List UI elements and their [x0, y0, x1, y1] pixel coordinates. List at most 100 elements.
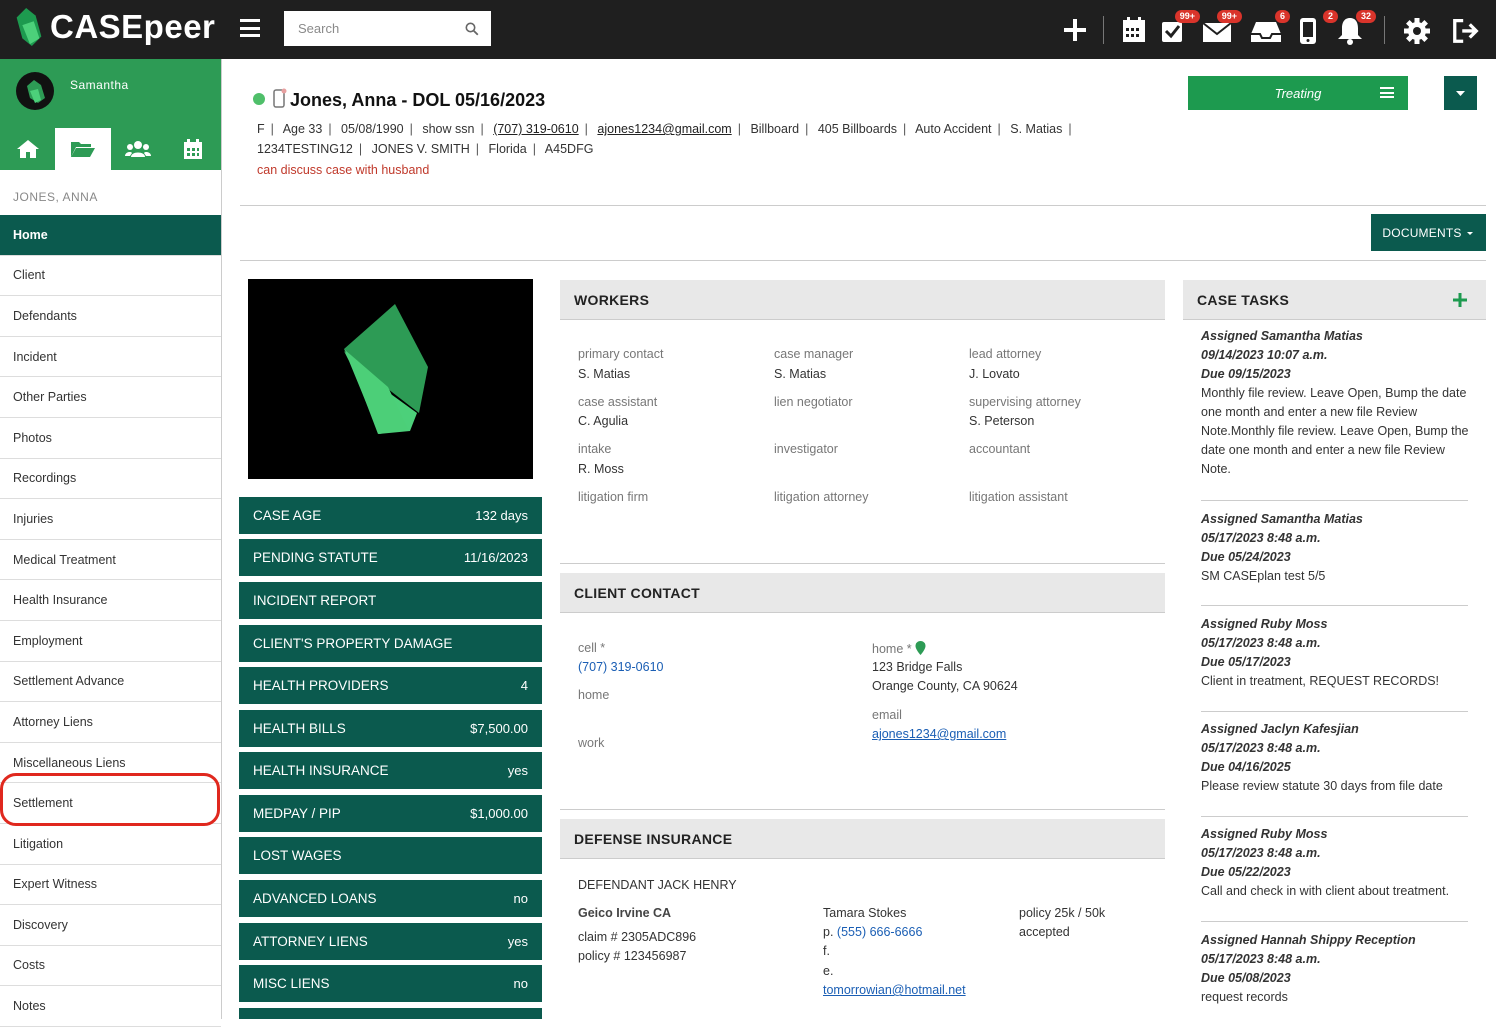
- worker-name[interactable]: S. Matias: [578, 367, 630, 381]
- workers-card-header: WORKERS: [560, 280, 1165, 320]
- sidebar-item-costs[interactable]: Costs: [0, 946, 221, 987]
- inbox-icon[interactable]: 6: [1250, 10, 1290, 46]
- worker-name[interactable]: C. Agulia: [578, 414, 628, 428]
- sidebar-item-photos[interactable]: Photos: [0, 418, 221, 459]
- task-divider: [1201, 921, 1468, 922]
- map-pin-icon[interactable]: [915, 641, 926, 655]
- task-item[interactable]: Assigned Ruby Moss 05/17/2023 8:48 a.m. …: [1201, 615, 1471, 691]
- stat-incident-report[interactable]: INCIDENT REPORT: [239, 582, 542, 619]
- worker-name[interactable]: R. Moss: [578, 462, 624, 476]
- main-menu-icon[interactable]: [240, 16, 260, 40]
- adjuster-email-link[interactable]: tomorrowian@hotmail.net: [823, 983, 966, 997]
- sidebar-item-home[interactable]: Home: [0, 215, 221, 256]
- stat-health-providers[interactable]: HEALTH PROVIDERS 4: [239, 667, 542, 704]
- task-item[interactable]: Assigned Jaclyn Kafesjian 05/17/2023 8:4…: [1201, 720, 1471, 796]
- task-due: Due 04/16/2025: [1201, 760, 1291, 774]
- info-code: A45DFG: [544, 141, 594, 156]
- info-sex: F: [257, 122, 265, 136]
- casepeer-logo[interactable]: CASEpeer: [16, 8, 215, 46]
- sidebar-item-discovery[interactable]: Discovery: [0, 905, 221, 946]
- users-icon: [125, 141, 152, 157]
- info-email-link[interactable]: ajones1234@gmail.com: [597, 122, 731, 136]
- caret-down-icon: [1456, 91, 1465, 96]
- documents-button[interactable]: DOCUMENTS: [1371, 214, 1486, 251]
- sidebar-item-expert-witness[interactable]: Expert Witness: [0, 865, 221, 906]
- tab-home[interactable]: [0, 128, 55, 170]
- stat-advanced-loans[interactable]: ADVANCED LOANS no: [239, 880, 542, 917]
- sidebar-item-medical-treatment[interactable]: Medical Treatment: [0, 540, 221, 581]
- case-tasks-card-header: CASE TASKS: [1183, 280, 1486, 320]
- stat-attorney-liens[interactable]: ATTORNEY LIENS yes: [239, 923, 542, 960]
- add-icon[interactable]: [1060, 14, 1090, 46]
- inbox-badge: 6: [1274, 10, 1290, 23]
- sidebar-item-incident[interactable]: Incident: [0, 337, 221, 378]
- cell-phone-link[interactable]: (707) 319-0610: [578, 660, 663, 674]
- sidebar-item-injuries[interactable]: Injuries: [0, 499, 221, 540]
- task-assigned: Assigned Ruby Moss: [1201, 617, 1328, 631]
- stat-case-age[interactable]: CASE AGE 132 days: [239, 497, 542, 534]
- worker-name[interactable]: J. Lovato: [969, 367, 1020, 381]
- stat-pending-statute[interactable]: PENDING STATUTE 11/16/2023: [239, 539, 542, 576]
- stat-medpay-pip[interactable]: MEDPAY / PIP $1,000.00: [239, 795, 542, 832]
- case-photo[interactable]: [248, 279, 533, 479]
- insurance-company[interactable]: Geico Irvine CA: [578, 906, 671, 920]
- tasks-check-icon[interactable]: 99+: [1160, 10, 1200, 46]
- stat-value: no: [513, 891, 528, 906]
- status-dropdown-button[interactable]: [1444, 76, 1477, 110]
- settings-gear-icon[interactable]: [1402, 14, 1432, 46]
- stat-health-insurance[interactable]: HEALTH INSURANCE yes: [239, 752, 542, 789]
- client-email-link[interactable]: ajones1234@gmail.com: [872, 727, 1006, 741]
- task-item[interactable]: Assigned Hannah Shippy Reception 05/17/2…: [1201, 931, 1471, 1007]
- info-phone-link[interactable]: (707) 319-0610: [493, 122, 578, 136]
- mail-icon[interactable]: 99+: [1202, 10, 1242, 46]
- tab-calendar[interactable]: [166, 128, 221, 170]
- stat-health-bills[interactable]: HEALTH BILLS $7,500.00: [239, 710, 542, 747]
- task-description: request records: [1201, 990, 1288, 1004]
- sidebar-item-litigation[interactable]: Litigation: [0, 824, 221, 865]
- sidebar-item-defendants[interactable]: Defendants: [0, 296, 221, 337]
- case-status-button[interactable]: Treating: [1188, 76, 1408, 110]
- worker-name[interactable]: S. Matias: [774, 367, 826, 381]
- sidebar-item-client[interactable]: Client: [0, 256, 221, 297]
- search-icon[interactable]: [465, 22, 479, 36]
- logout-icon[interactable]: [1451, 14, 1481, 46]
- stat-lost-wages[interactable]: LOST WAGES: [239, 837, 542, 874]
- task-assigned: Assigned Samantha Matias: [1201, 512, 1363, 526]
- sidebar-item-health-insurance[interactable]: Health Insurance: [0, 580, 221, 621]
- worker-name[interactable]: S. Peterson: [969, 414, 1034, 428]
- sidebar-item-attorney-liens[interactable]: Attorney Liens: [0, 702, 221, 743]
- task-item[interactable]: Assigned Ruby Moss 05/17/2023 8:48 a.m. …: [1201, 825, 1471, 901]
- stat-next-item[interactable]: [239, 1008, 542, 1019]
- show-ssn-link[interactable]: show ssn: [422, 122, 474, 136]
- calendar-icon[interactable]: [1119, 14, 1149, 46]
- search-input[interactable]: [284, 11, 454, 46]
- sidebar-item-other-parties[interactable]: Other Parties: [0, 377, 221, 418]
- stat-misc-liens[interactable]: MISC LIENS no: [239, 965, 542, 1002]
- worker-role: lien negotiator: [774, 395, 853, 409]
- info-case-number: 1234TESTING12: [257, 141, 353, 156]
- adjuster-phone-link[interactable]: (555) 666-6666: [837, 925, 922, 939]
- tasks-badge: 99+: [1174, 10, 1200, 23]
- notifications-bell-icon[interactable]: 32: [1336, 10, 1376, 46]
- notifications-badge: 32: [1355, 10, 1376, 23]
- task-item[interactable]: Assigned Samantha Matias 05/17/2023 8:48…: [1201, 510, 1471, 586]
- add-task-icon[interactable]: [1452, 292, 1468, 308]
- tab-contacts[interactable]: [111, 128, 166, 170]
- stat-property-damage[interactable]: CLIENT'S PROPERTY DAMAGE: [239, 625, 542, 662]
- app-name: CASEpeer: [50, 8, 216, 45]
- avatar[interactable]: [16, 72, 54, 110]
- task-assigned: Assigned Ruby Moss: [1201, 827, 1328, 841]
- home-address-label-text: home *: [872, 642, 912, 656]
- tab-case-folder[interactable]: [55, 128, 111, 170]
- phone-icon[interactable]: 2: [1298, 10, 1338, 46]
- task-item[interactable]: Assigned Samantha Matias 09/14/2023 10:0…: [1201, 327, 1471, 479]
- sidebar: Samantha JONES, ANNA Home Client Defenda…: [0, 59, 222, 1027]
- policy-number: policy # 123456987: [578, 949, 687, 963]
- sidebar-item-notes[interactable]: Notes: [0, 986, 221, 1027]
- sidebar-item-employment[interactable]: Employment: [0, 621, 221, 662]
- worker-role: supervising attorney: [969, 395, 1081, 409]
- case-header: Jones, Anna - DOL 05/16/2023 F | Age 33 | …: [240, 59, 1486, 206]
- worker-role: investigator: [774, 442, 838, 456]
- sidebar-item-settlement-advance[interactable]: Settlement Advance: [0, 662, 221, 703]
- sidebar-item-recordings[interactable]: Recordings: [0, 459, 221, 500]
